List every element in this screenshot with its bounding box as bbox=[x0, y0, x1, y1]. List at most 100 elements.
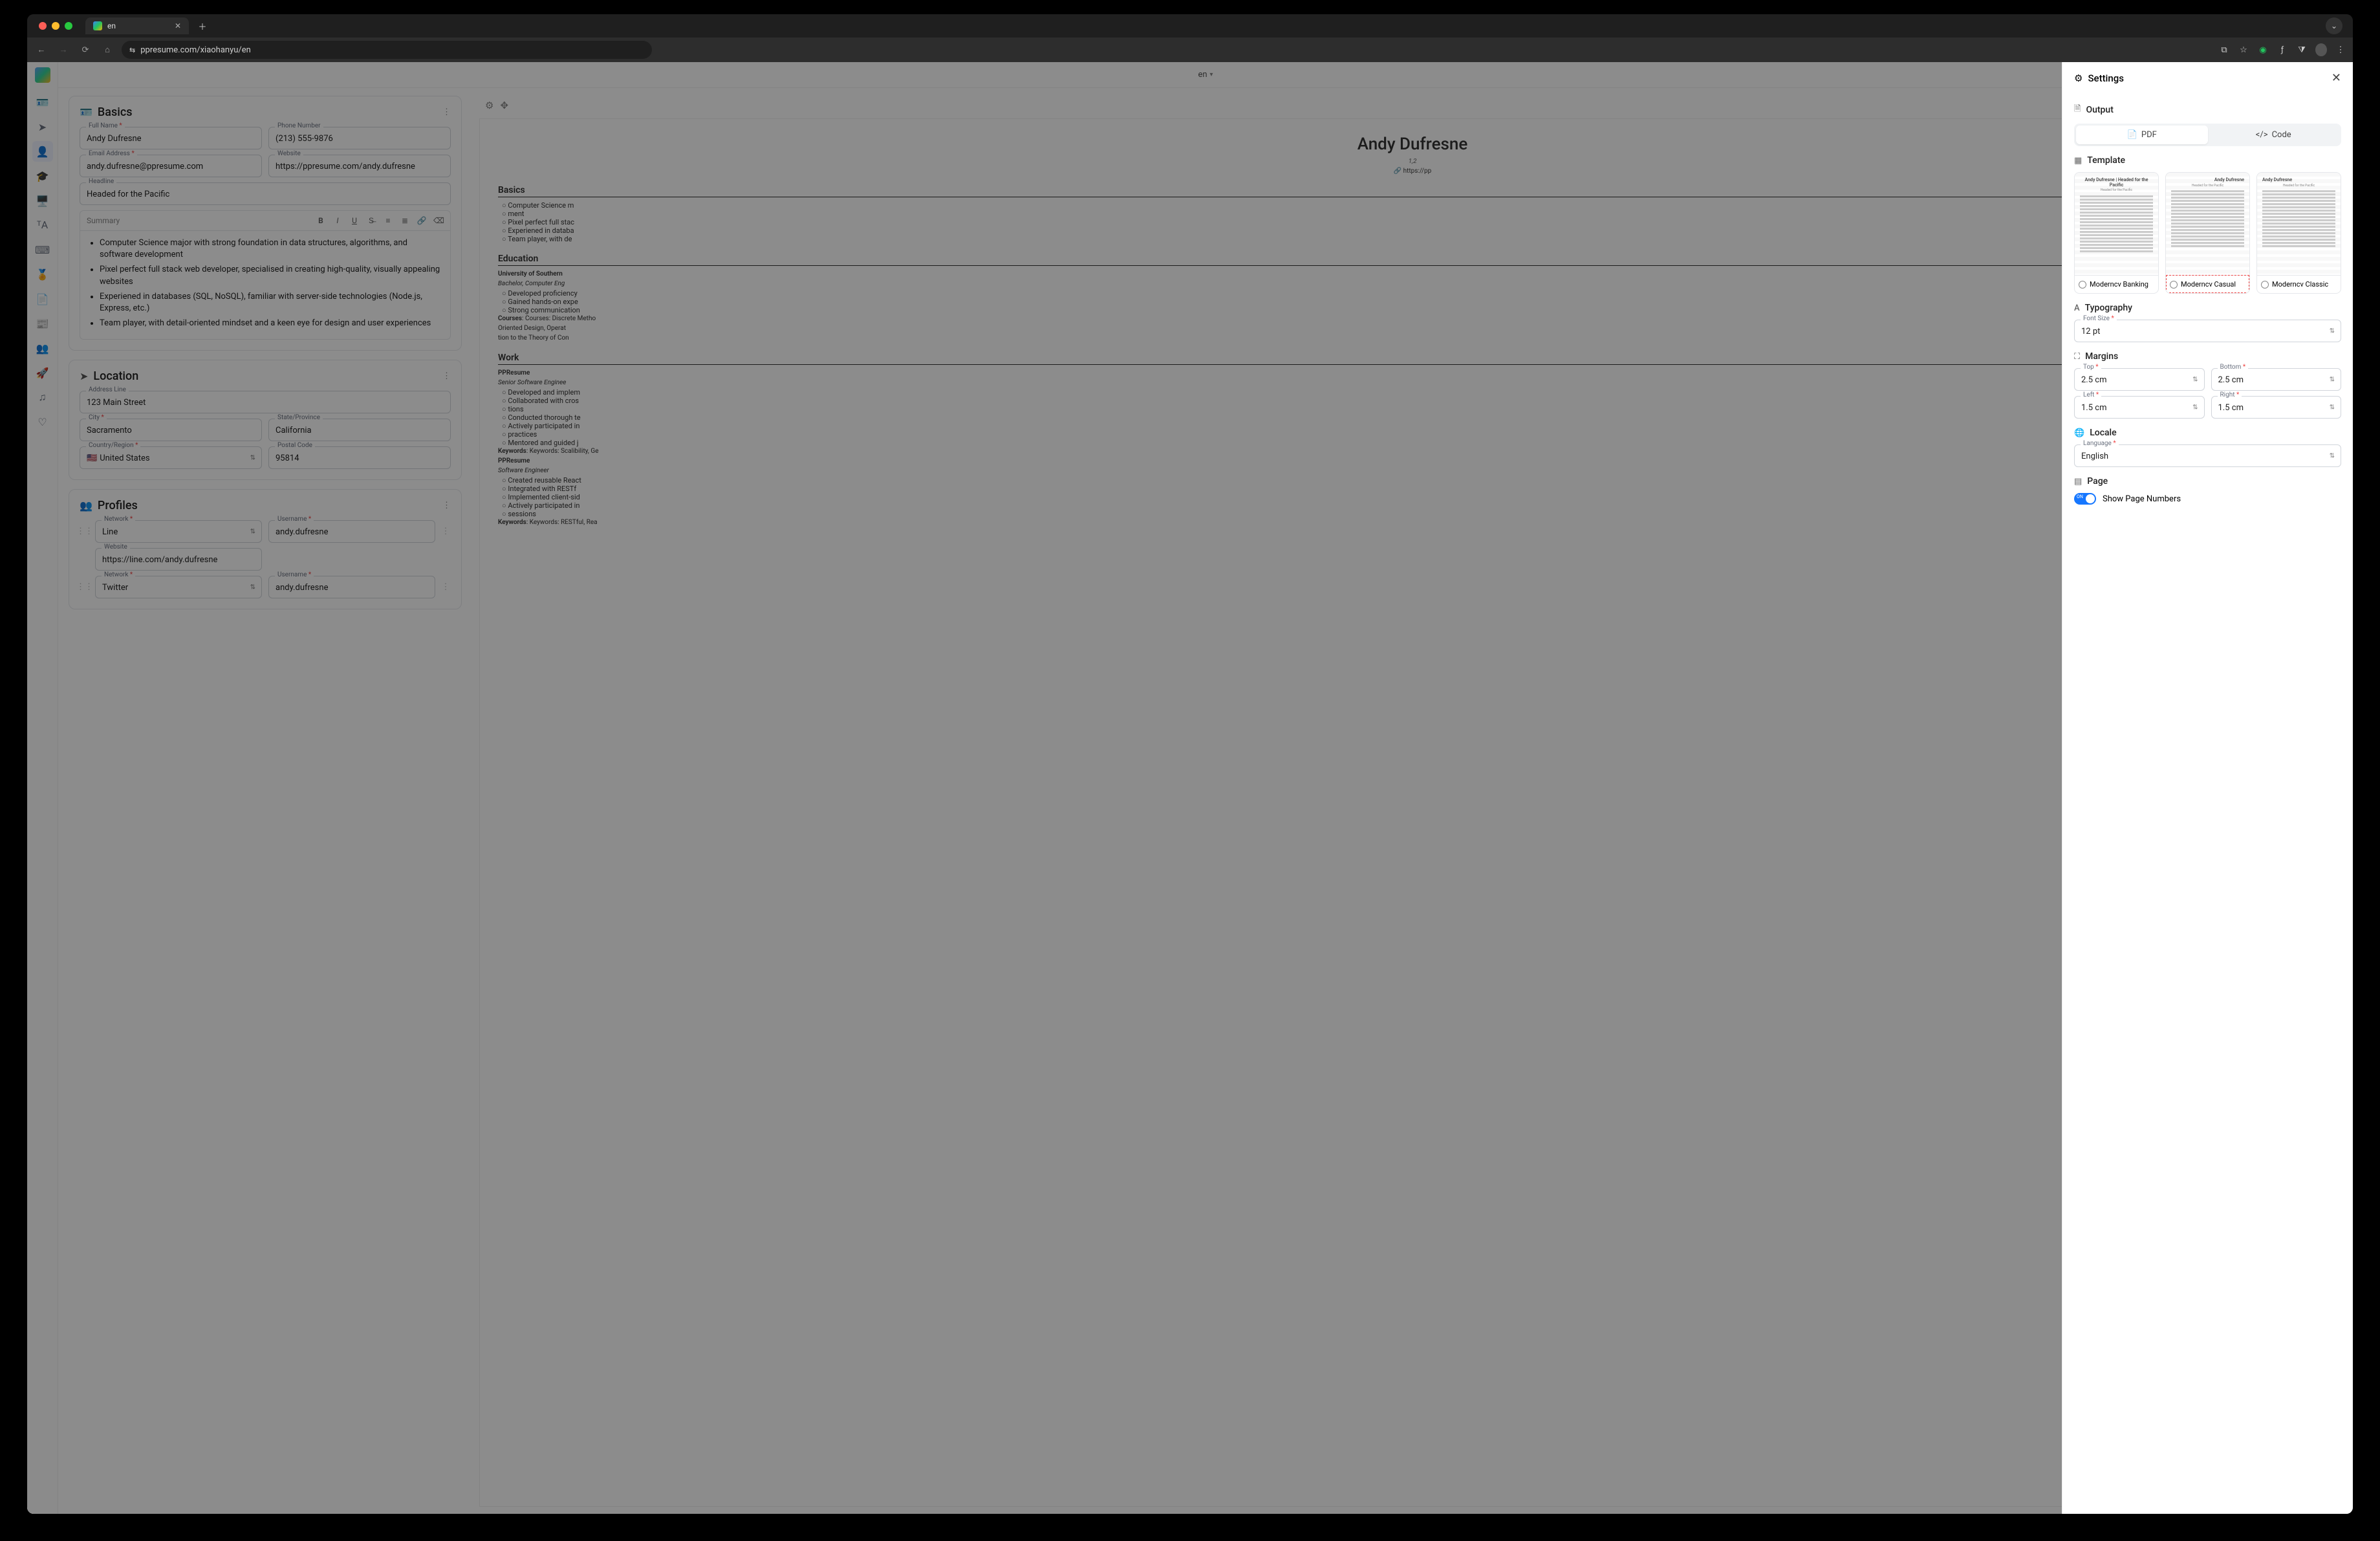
extensions-icon[interactable]: ⧩ bbox=[2296, 45, 2308, 55]
website-input[interactable] bbox=[268, 155, 451, 177]
card-menu-icon[interactable]: ⋮ bbox=[442, 501, 451, 510]
clear-format-icon[interactable]: ⌫ bbox=[433, 216, 444, 225]
preview-move-icon[interactable]: ✥ bbox=[500, 100, 508, 111]
rail-publications-icon[interactable]: 📰 bbox=[32, 313, 53, 334]
list-icon[interactable]: ≡ bbox=[383, 216, 393, 225]
url-input[interactable]: ⇆ ppresume.com/xiaohanyu/en bbox=[122, 41, 652, 59]
card-menu-icon[interactable]: ⋮ bbox=[442, 107, 451, 117]
template-option[interactable]: Andy DufresneHeaded for the PacificModer… bbox=[2256, 172, 2341, 294]
chevron-updown-icon: ⇅ bbox=[250, 584, 255, 591]
site-info-icon[interactable]: ⇆ bbox=[129, 46, 135, 54]
output-pdf-button[interactable]: 📄PDF bbox=[2076, 126, 2208, 144]
headline-input[interactable] bbox=[80, 182, 451, 205]
profiles-icon: 👥 bbox=[80, 499, 92, 512]
row-menu-icon[interactable]: ⋮ bbox=[440, 582, 451, 592]
underline-icon[interactable]: U bbox=[349, 216, 360, 225]
template-option[interactable]: Andy DufresneHeaded for the PacificModer… bbox=[2165, 172, 2250, 294]
card-profiles: 👥Profiles ⋮ ⋮⋮ Network *Line⇅ Username * bbox=[69, 489, 462, 609]
card-basics: 🪪Basics ⋮ Full Name * Phone Number Email… bbox=[69, 96, 462, 351]
forward-button[interactable]: → bbox=[56, 45, 71, 55]
template-option[interactable]: Andy Dufresne | Headed for the PacificHe… bbox=[2074, 172, 2159, 294]
font-size-select[interactable]: 12 pt bbox=[2074, 320, 2341, 342]
home-button[interactable]: ⌂ bbox=[100, 45, 115, 55]
margin-right-select[interactable]: 1.5 cm bbox=[2211, 396, 2342, 419]
full-name-input[interactable] bbox=[80, 127, 262, 149]
network-select[interactable]: Line bbox=[95, 520, 262, 543]
new-tab-button[interactable]: ＋ bbox=[194, 17, 211, 34]
summary-editor[interactable]: Computer Science major with strong found… bbox=[80, 231, 451, 340]
network-select[interactable]: Twitter bbox=[95, 576, 262, 598]
rail-projects-icon[interactable]: 🚀 bbox=[32, 362, 53, 383]
radio-icon bbox=[2079, 281, 2086, 289]
summary-label: Summary bbox=[87, 216, 309, 225]
close-tab-icon[interactable]: ✕ bbox=[175, 21, 181, 30]
browser-menu-icon[interactable]: ⋮ bbox=[2335, 45, 2346, 55]
margin-bottom-select[interactable]: 2.5 cm bbox=[2211, 368, 2342, 391]
country-select[interactable]: 🇺🇸United States bbox=[80, 446, 262, 469]
extension-icon-1[interactable]: ◉ bbox=[2257, 45, 2269, 55]
app-logo-icon[interactable] bbox=[35, 67, 50, 83]
bookmark-icon[interactable]: ☆ bbox=[2238, 45, 2249, 55]
bold-icon[interactable]: B bbox=[316, 216, 326, 225]
browser-tab[interactable]: en ✕ bbox=[85, 17, 189, 34]
rail-interests-icon[interactable]: ♫ bbox=[32, 387, 53, 408]
profiles-title: Profiles bbox=[98, 499, 138, 512]
italic-icon[interactable]: I bbox=[332, 216, 343, 225]
output-code-button[interactable]: </>Code bbox=[2208, 126, 2340, 144]
settings-title: Settings bbox=[2088, 72, 2124, 84]
window-expand-icon[interactable]: ⌄ bbox=[2326, 17, 2342, 34]
rail-awards-icon[interactable]: 🏅 bbox=[32, 264, 53, 285]
url-text: ppresume.com/xiaohanyu/en bbox=[140, 45, 251, 55]
profile-avatar-icon[interactable] bbox=[2315, 43, 2327, 56]
back-button[interactable]: ← bbox=[34, 45, 49, 55]
open-external-icon[interactable]: ⧉ bbox=[2218, 45, 2230, 55]
template-icon: ▦ bbox=[2074, 156, 2082, 166]
rail-work-icon[interactable]: 🖥️ bbox=[32, 190, 53, 211]
location-title: Location bbox=[93, 369, 138, 383]
postal-input[interactable] bbox=[268, 446, 451, 469]
side-rail: 🪪 ➤ 👤 🎓 🖥️ ᵀA ⌨ 🏅 📄 📰 👥 🚀 ♫ ♡ bbox=[27, 62, 58, 1514]
profile-row: ⋮⋮ Network *Twitter⇅ Username * ⋮ bbox=[80, 576, 451, 598]
rail-skills-icon[interactable]: ⌨ bbox=[32, 239, 53, 260]
preview-settings-icon[interactable]: ⚙ bbox=[485, 100, 493, 111]
browser-window: en ✕ ＋ ⌄ ← → ⟳ ⌂ ⇆ ppresume.com/xiaohany… bbox=[27, 14, 2353, 1514]
username-input[interactable] bbox=[268, 576, 435, 598]
strike-icon[interactable]: S̶ bbox=[366, 216, 376, 225]
rail-basics-icon[interactable]: 🪪 bbox=[32, 92, 53, 113]
address-input[interactable] bbox=[80, 391, 451, 413]
minimize-window-icon[interactable] bbox=[52, 22, 60, 30]
rail-languages-icon[interactable]: ᵀA bbox=[32, 215, 53, 235]
email-input[interactable] bbox=[80, 155, 262, 177]
margins-title: Margins bbox=[2085, 351, 2118, 362]
card-menu-icon[interactable]: ⋮ bbox=[442, 371, 451, 381]
phone-input[interactable] bbox=[268, 127, 451, 149]
close-window-icon[interactable] bbox=[39, 22, 47, 30]
chevron-updown-icon: ⇅ bbox=[2192, 404, 2198, 411]
link-icon[interactable]: 🔗 bbox=[416, 216, 427, 225]
rail-certificates-icon[interactable]: 📄 bbox=[32, 289, 53, 309]
margin-left-select[interactable]: 1.5 cm bbox=[2074, 396, 2205, 419]
maximize-window-icon[interactable] bbox=[65, 22, 72, 30]
extension-icon-2[interactable]: ƒ bbox=[2277, 45, 2288, 55]
locale-switcher[interactable]: en ▾ bbox=[58, 62, 2353, 88]
drag-handle-icon[interactable]: ⋮⋮ bbox=[80, 582, 90, 592]
template-label: Moderncv Banking bbox=[2090, 280, 2148, 289]
language-select[interactable]: English bbox=[2074, 444, 2341, 467]
rail-education-icon[interactable]: 🎓 bbox=[32, 166, 53, 186]
rail-profiles-icon[interactable]: 👤 bbox=[32, 141, 53, 162]
state-input[interactable] bbox=[268, 419, 451, 441]
numbered-list-icon[interactable]: ≣ bbox=[400, 216, 410, 225]
city-input[interactable] bbox=[80, 419, 262, 441]
show-page-numbers-toggle[interactable]: ON bbox=[2074, 493, 2096, 505]
profile-website-input[interactable] bbox=[95, 548, 262, 571]
rail-location-icon[interactable]: ➤ bbox=[32, 116, 53, 137]
file-icon: 🗎 bbox=[2074, 103, 2081, 117]
close-drawer-button[interactable]: ✕ bbox=[2331, 71, 2341, 85]
username-input[interactable] bbox=[268, 520, 435, 543]
rail-references-icon[interactable]: 👥 bbox=[32, 338, 53, 358]
reload-button[interactable]: ⟳ bbox=[78, 45, 93, 55]
margin-top-select[interactable]: 2.5 cm bbox=[2074, 368, 2205, 391]
drag-handle-icon[interactable]: ⋮⋮ bbox=[80, 527, 90, 536]
rail-volunteer-icon[interactable]: ♡ bbox=[32, 411, 53, 432]
row-menu-icon[interactable]: ⋮ bbox=[440, 527, 451, 536]
